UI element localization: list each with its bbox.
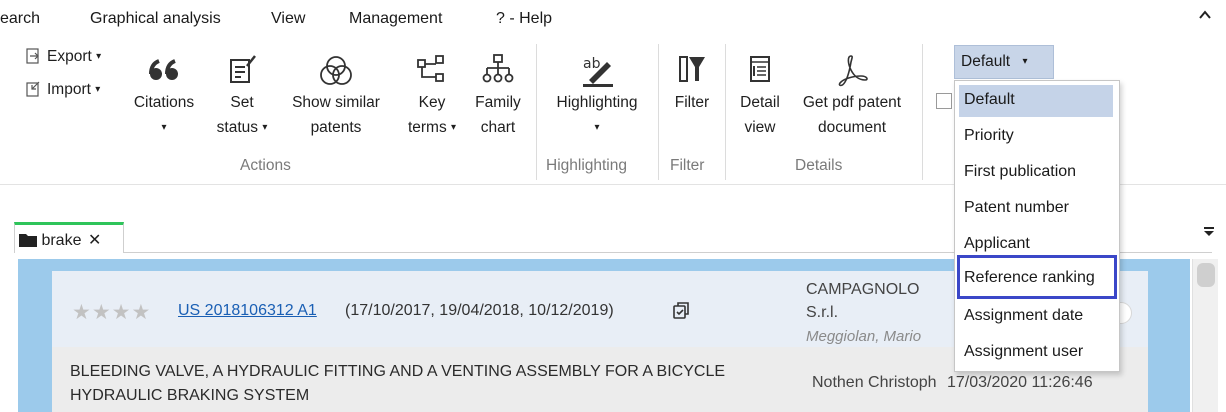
detail-view-icon: [750, 56, 770, 82]
key-terms-icon: [417, 55, 444, 82]
menu-bar: earch Graphical analysis View Management…: [0, 0, 1226, 40]
scrollbar-thumb[interactable]: [1197, 263, 1215, 287]
edit-document-icon: [230, 55, 256, 83]
menu-management[interactable]: Management: [349, 10, 442, 28]
highlighting-button[interactable]: ab Highlighting ▾: [545, 52, 649, 140]
sort-option-reference-ranking[interactable]: Reference ranking: [957, 255, 1117, 299]
group-label-actions: Actions: [240, 157, 291, 174]
inventor-name: Meggiolan, Mario: [806, 328, 922, 345]
separator: [536, 44, 537, 180]
import-icon: [26, 81, 40, 97]
sort-option-assignment-date[interactable]: Assignment date: [959, 301, 1113, 333]
svg-text:ab: ab: [583, 56, 601, 72]
separator: [658, 44, 659, 180]
group-label-filter: Filter: [670, 157, 705, 174]
citations-button[interactable]: Citations ▾: [124, 52, 204, 140]
import-button[interactable]: Import ▾: [26, 81, 100, 99]
separator: [922, 44, 923, 180]
show-similar-patents-button[interactable]: Show similar patents: [283, 52, 389, 140]
copy-icon[interactable]: [672, 302, 690, 324]
sort-option-default[interactable]: Default: [959, 85, 1113, 117]
chevron-up-icon[interactable]: [1198, 6, 1212, 27]
assignment-info: Nothen Christoph 17/03/2020 11:26:46: [812, 374, 1093, 391]
venn-icon: [320, 56, 352, 85]
menu-view[interactable]: View: [271, 10, 305, 28]
detail-view-button[interactable]: Detail view: [732, 52, 788, 140]
pdf-icon: [838, 55, 868, 87]
option-checkbox[interactable]: [936, 93, 952, 109]
menu-help[interactable]: ? - Help: [496, 10, 552, 28]
sort-order-dropdown: Default Priority First publication Paten…: [954, 80, 1120, 372]
sort-option-first-publication[interactable]: First publication: [959, 157, 1113, 189]
overflow-menu-icon[interactable]: [1203, 224, 1215, 241]
patent-dates: (17/10/2017, 19/04/2018, 10/12/2019): [345, 302, 614, 319]
org-chart-icon: [482, 54, 514, 83]
export-button[interactable]: Export ▾: [26, 48, 101, 66]
filter-icon: [679, 56, 705, 82]
highlighter-icon: ab: [583, 56, 613, 87]
quote-icon: [149, 59, 178, 80]
group-label-highlighting: Highlighting: [546, 157, 627, 174]
filter-button[interactable]: Filter: [666, 52, 718, 115]
key-terms-button[interactable]: Key terms ▾: [400, 52, 464, 140]
sort-option-assignment-user[interactable]: Assignment user: [959, 337, 1113, 369]
sort-order-select[interactable]: Default ▾: [954, 45, 1054, 79]
patent-title: BLEEDING VALVE, A HYDRAULIC FITTING AND …: [70, 363, 726, 404]
dropdown-arrow-icon: ▾: [1022, 56, 1028, 67]
group-label-details: Details: [795, 157, 843, 174]
tab-brake[interactable]: brake ✕: [14, 222, 124, 253]
export-icon: [26, 48, 39, 64]
menu-search[interactable]: earch: [0, 10, 40, 28]
family-chart-button[interactable]: Family chart: [468, 52, 528, 140]
vertical-scrollbar[interactable]: [1192, 259, 1218, 412]
close-icon[interactable]: ✕: [88, 232, 101, 249]
get-pdf-button[interactable]: Get pdf patent document: [790, 52, 914, 140]
set-status-button[interactable]: Set status ▾: [207, 52, 277, 140]
sort-option-patent-number[interactable]: Patent number: [959, 193, 1113, 225]
applicant-name: CAMPAGNOLO S.r.l.: [806, 281, 920, 321]
separator: [725, 44, 726, 180]
folder-icon: [19, 234, 37, 247]
sort-option-priority[interactable]: Priority: [959, 121, 1113, 153]
menu-graphical-analysis[interactable]: Graphical analysis: [90, 10, 221, 28]
rating-stars[interactable]: ★★★★: [72, 300, 151, 325]
patent-number-link[interactable]: US 2018106312 A1: [178, 302, 317, 320]
